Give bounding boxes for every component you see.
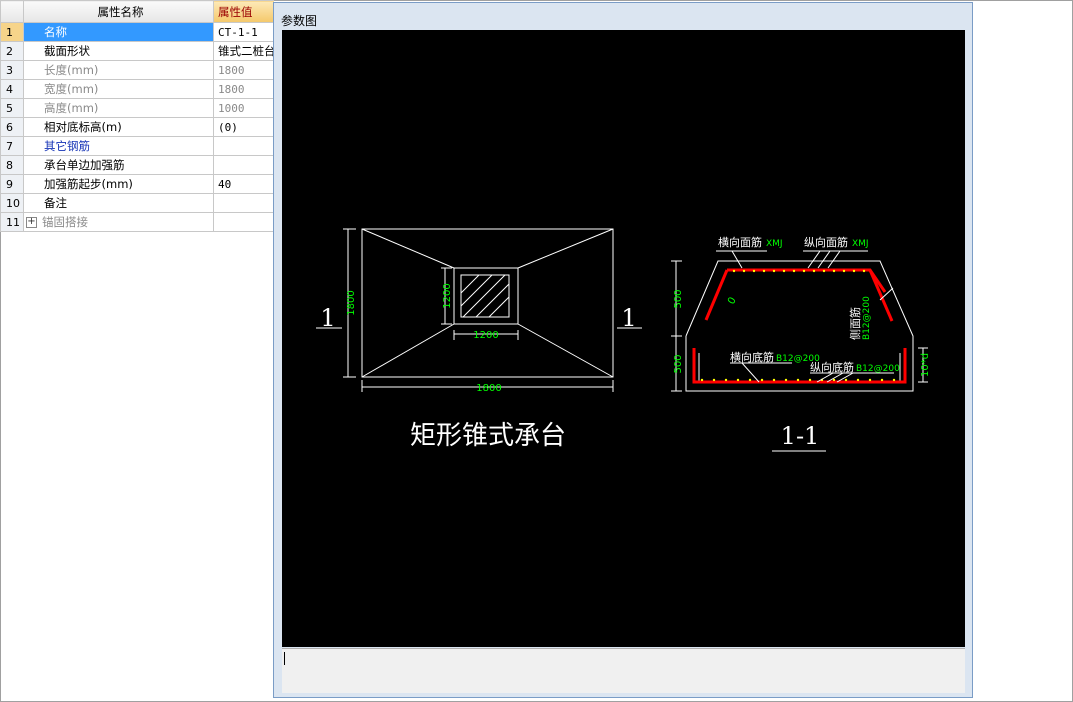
expand-plus-icon[interactable]: + [26, 217, 37, 228]
label-top-transverse-code: XMJ [766, 239, 783, 249]
label-top-longitudinal: 纵向面筋 [804, 235, 848, 249]
table-row[interactable]: 5 高度(mm) 1000 [0, 98, 274, 118]
pedestal-width-dimension: 1200 [473, 330, 498, 341]
table-row[interactable]: 6 相对底标高(m) (0) [0, 117, 274, 137]
table-row[interactable]: 8 承台单边加强筋 [0, 155, 274, 175]
table-row[interactable]: 10 备注 [0, 193, 274, 213]
table-row[interactable]: 4 宽度(mm) 1800 [0, 79, 274, 99]
row-number: 5 [0, 98, 24, 118]
property-name[interactable]: 长度(mm) [23, 60, 214, 80]
header-corner [0, 0, 24, 23]
plan-slope-line [361, 228, 455, 269]
row-number: 9 [0, 174, 24, 194]
section-caption: 1-1 [781, 422, 820, 450]
plan-height-dimension: 1800 [346, 290, 357, 315]
property-value[interactable] [213, 136, 274, 156]
row-number: 3 [0, 60, 24, 80]
label-top-longitudinal-code: XMJ [852, 239, 869, 249]
table-row[interactable]: 9 加强筋起步(mm) 40 [0, 174, 274, 194]
plan-width-dimension: 1800 [476, 383, 501, 394]
property-name[interactable]: 加强筋起步(mm) [23, 174, 214, 194]
property-value[interactable]: CT-1-1 [213, 22, 274, 42]
label-side-code: B12@200 [862, 296, 872, 340]
section-dim-upper: 500 [673, 289, 684, 308]
property-grid: 属性名称 属性值 1 名称 CT-1-1 2 截面形状 锥式二桩台 3 长度(m… [0, 0, 274, 234]
property-value[interactable]: (0) [213, 117, 274, 137]
plan-slope-line [361, 323, 455, 378]
property-name[interactable]: 承台单边加强筋 [23, 155, 214, 175]
plan-pedestal-outline [453, 267, 519, 325]
command-input-area[interactable] [282, 648, 965, 693]
property-name-group[interactable]: + 锚固搭接 [23, 212, 214, 232]
plan-view [361, 228, 614, 378]
property-value[interactable]: 1000 [213, 98, 274, 118]
row-number: 8 [0, 155, 24, 175]
row-number: 4 [0, 79, 24, 99]
slope-mark: 0 [726, 295, 739, 306]
property-value[interactable] [213, 193, 274, 213]
property-value[interactable] [213, 212, 274, 232]
dialog-title: 参数图 [281, 14, 318, 28]
property-value[interactable]: 锥式二桩台 [213, 41, 274, 61]
row-number: 2 [0, 41, 24, 61]
parameter-diagram-dialog: 参数图 1800 1800 1200 1200 1 1 矩形锥式承台 横向面筋 … [273, 2, 973, 698]
property-name[interactable]: 高度(mm) [23, 98, 214, 118]
pedestal-height-dimension: 1200 [442, 283, 453, 308]
property-name: 锚固搭接 [42, 215, 88, 229]
text-caret [284, 652, 285, 665]
label-top-transverse: 横向面筋 [718, 235, 762, 249]
table-row[interactable]: 11 + 锚固搭接 [0, 212, 274, 232]
plan-caption: 矩形锥式承台 [410, 421, 566, 451]
property-value[interactable] [213, 155, 274, 175]
row-number: 6 [0, 117, 24, 137]
header-property-name[interactable]: 属性名称 [23, 0, 214, 23]
property-name[interactable]: 截面形状 [23, 41, 214, 61]
section-marks: 1 1 [320, 304, 636, 332]
table-row[interactable]: 2 截面形状 锥式二桩台 [0, 41, 274, 61]
header-property-value[interactable]: 属性值 [213, 0, 274, 23]
row-number: 10 [0, 193, 24, 213]
label-bottom-longitudinal: 纵向底筋 [810, 360, 854, 374]
section-dim-lower: 500 [673, 354, 684, 373]
row-number: 1 [0, 22, 24, 42]
table-row[interactable]: 7 其它钢筋 [0, 136, 274, 156]
diagram-canvas: 1800 1800 1200 1200 1 1 矩形锥式承台 横向面筋 XMJ … [282, 30, 965, 647]
property-name[interactable]: 备注 [23, 193, 214, 213]
label-bottom-longitudinal-code: B12@200 [856, 364, 900, 374]
plan-hatch [460, 274, 510, 318]
grid-header: 属性名称 属性值 [0, 0, 274, 23]
side-rebar-left [704, 269, 729, 321]
table-row[interactable]: 3 长度(mm) 1800 [0, 60, 274, 80]
property-name[interactable]: 名称 [23, 22, 214, 42]
row-number: 7 [0, 136, 24, 156]
property-value[interactable]: 1800 [213, 60, 274, 80]
label-bottom-transverse: 横向底筋 [730, 350, 774, 364]
property-name[interactable]: 相对底标高(m) [23, 117, 214, 137]
table-row[interactable]: 1 名称 CT-1-1 [0, 22, 274, 42]
row-number: 11 [0, 212, 24, 232]
plan-slope-line [517, 323, 614, 378]
property-name[interactable]: 宽度(mm) [23, 79, 214, 99]
top-rebar [727, 268, 887, 293]
property-value[interactable]: 40 [213, 174, 274, 194]
plan-dimensions [343, 228, 614, 392]
side-rebar-right [868, 269, 894, 322]
plan-slope-line [517, 228, 614, 269]
label-side: 侧面筋 [848, 307, 862, 340]
property-value[interactable]: 1800 [213, 79, 274, 99]
property-name[interactable]: 其它钢筋 [23, 136, 214, 156]
section-dim-right: 10*d [920, 353, 931, 377]
